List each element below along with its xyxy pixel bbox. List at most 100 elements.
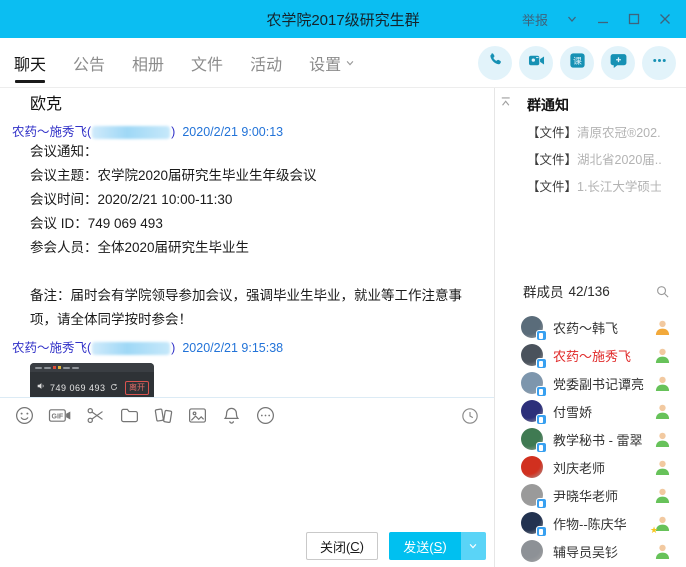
svg-text:课: 课 [573, 56, 582, 66]
header-action-buttons: 课 [478, 46, 686, 80]
video-call-button[interactable] [519, 46, 553, 80]
message-history-icon[interactable] [460, 406, 480, 426]
sender-name[interactable]: 农药～施秀飞( [12, 341, 91, 356]
avatar [521, 428, 543, 450]
tab-文件[interactable]: 文件 [191, 38, 223, 88]
folder-icon[interactable] [119, 405, 140, 426]
tab-活动[interactable]: 活动 [250, 38, 282, 88]
statusbar-mark [63, 367, 70, 369]
tab-公告[interactable]: 公告 [73, 38, 105, 88]
avatar [521, 372, 543, 394]
report-button[interactable]: 举报 [522, 10, 548, 29]
member-row[interactable]: 刘庆老师 [495, 453, 686, 481]
close-button-suffix: ) [360, 539, 364, 554]
close-button-label: 关闭( [320, 537, 350, 556]
message-input[interactable] [0, 433, 494, 525]
meeting-id: 749 069 493 [50, 376, 106, 397]
collapse-panel-icon[interactable] [499, 95, 512, 113]
class-button[interactable]: 课 [560, 46, 594, 80]
message-sender-line: 农药～施秀飞() 2020/2/21 9:00:13 [12, 125, 488, 140]
send-button[interactable]: 发送(S) [389, 532, 461, 560]
group-members-title: 群成员 [523, 281, 564, 301]
tab-聊天[interactable]: 聊天 [14, 38, 46, 88]
sender-name-suffix: ) [171, 125, 175, 140]
mobile-online-badge [536, 414, 547, 425]
chat-message-line: 备注：届时会有学院领导参加会议，强调毕业生毕业，就业等工作注意事项，请全体同学按… [30, 284, 488, 332]
member-level-icon [654, 459, 671, 476]
emoji-icon[interactable] [14, 405, 35, 426]
send-button-label: 发送( [403, 537, 433, 556]
member-name: 刘庆老师 [553, 458, 644, 477]
tab-label: 文件 [191, 51, 223, 75]
message-timestamp: 2020/2/21 9:00:13 [182, 125, 283, 140]
chevron-down-icon [345, 55, 355, 73]
group-notice-section: 群通知 【文件】清原农冠®202...【文件】湖北省2020届...【文件】1.… [495, 88, 686, 195]
titlebar: 农学院2017级研究生群 举报 [0, 0, 686, 38]
titlebar-chevron-down-icon[interactable] [565, 12, 579, 26]
tabs: 聊天 公告 相册 文件 活动设置 [14, 38, 382, 88]
member-row[interactable]: 付雪娇 [495, 397, 686, 425]
group-notice-item[interactable]: 【文件】清原农冠®202... [527, 126, 661, 141]
star-badge-icon: ★ [650, 526, 658, 535]
sender-name-suffix: ) [171, 341, 175, 356]
member-row[interactable]: 教学秘书 - 雷翠 [495, 425, 686, 453]
chat-message-block: 会议通知：会议主题：农学院2020届研究生毕业生年级会议会议时间：2020/2/… [12, 140, 488, 332]
group-members-header: 群成员 42/136 [495, 281, 686, 301]
chat-message-line [30, 260, 488, 284]
message-plus-button[interactable] [601, 46, 635, 80]
group-notice-item[interactable]: 【文件】湖北省2020届... [527, 153, 661, 168]
more-actions-button[interactable] [642, 46, 676, 80]
bell-icon[interactable] [221, 405, 242, 426]
more-icon[interactable] [255, 405, 276, 426]
phone-call-icon [486, 51, 504, 74]
tab-bar: 聊天 公告 相册 文件 活动设置 课 [0, 38, 686, 88]
mobile-online-badge [536, 526, 547, 537]
video-call-icon [527, 51, 546, 75]
notice-item-type: 【文件】 [527, 126, 577, 140]
leave-meeting-button: 离开 [125, 381, 149, 395]
masked-qq-number [92, 126, 170, 139]
tab-设置[interactable]: 设置 [309, 38, 355, 88]
close-chat-button[interactable]: 关闭(C) [306, 532, 378, 560]
image-icon[interactable] [187, 405, 208, 426]
tab-相册[interactable]: 相册 [132, 38, 164, 88]
screenshot-meeting-row: 749 069 493 离开 [30, 372, 154, 397]
member-level-icon [654, 431, 671, 448]
sender-name[interactable]: 农药～施秀飞( [12, 125, 91, 140]
close-button[interactable] [658, 12, 672, 26]
avatar [521, 484, 543, 506]
avatar [521, 400, 543, 422]
member-level-icon [654, 319, 671, 336]
meeting-screenshot-image[interactable]: 749 069 493 离开 [30, 363, 154, 397]
shake-icon[interactable] [153, 405, 174, 426]
member-row[interactable]: 党委副书记谭亮 [495, 369, 686, 397]
refresh-icon [110, 376, 118, 397]
gif-icon[interactable]: GIF [48, 405, 72, 426]
send-options-chevron-button[interactable] [461, 532, 486, 560]
member-name: 作物--陈庆华 [553, 514, 644, 533]
statusbar-mark [72, 367, 79, 369]
group-members-count: 42/136 [568, 284, 609, 299]
tab-label: 公告 [73, 51, 105, 75]
mobile-online-badge [536, 358, 547, 369]
member-row[interactable]: 农药～韩飞 [495, 313, 686, 341]
send-button-suffix: ) [442, 539, 446, 554]
mobile-online-badge [536, 442, 547, 453]
right-sidebar: 群通知 【文件】清原农冠®202...【文件】湖北省2020届...【文件】1.… [494, 88, 686, 567]
minimize-button[interactable] [596, 12, 610, 26]
group-notice-item[interactable]: 【文件】1.长江大学硕士... [527, 180, 661, 195]
avatar [521, 344, 543, 366]
member-row[interactable]: 辅导员吴钐 [495, 537, 686, 565]
tab-label: 聊天 [14, 51, 46, 75]
member-row[interactable]: 作物--陈庆华 ★ [495, 509, 686, 537]
member-row[interactable]: 农药～施秀飞 [495, 341, 686, 369]
search-members-icon[interactable] [655, 284, 670, 299]
member-level-icon: ★ [654, 515, 671, 532]
member-level-icon [654, 487, 671, 504]
phone-call-button[interactable] [478, 46, 512, 80]
member-row[interactable]: 尹晓华老师 [495, 481, 686, 509]
notice-item-text: 湖北省2020届... [577, 153, 661, 167]
maximize-button[interactable] [627, 12, 641, 26]
mobile-online-badge [536, 498, 547, 509]
screenshot-icon[interactable] [85, 405, 106, 426]
